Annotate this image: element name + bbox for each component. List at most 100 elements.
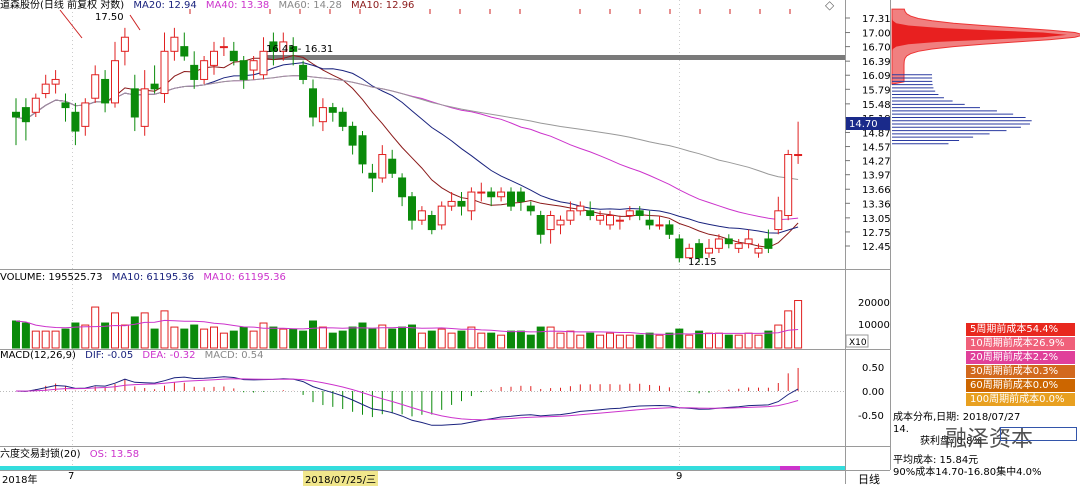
candle-body [784,154,793,217]
vol-unit: X10 [849,338,867,348]
candle-body [219,46,228,49]
volume-bar [586,332,595,349]
volume-bar [259,322,268,349]
volume-bar [398,326,407,349]
cycle-item: 100周期前成本0.0% [966,393,1075,406]
resistance-band [262,55,845,60]
candle-body [566,210,575,221]
candle-body [358,135,367,165]
volume-bar [705,332,713,349]
candle-body [576,205,585,212]
volume-bar [41,330,50,349]
candle-body [665,224,674,235]
date-label-jul: 7 [68,471,75,482]
price-tick-label: 13.66 [862,185,891,196]
volume-bar [408,324,416,349]
volume-bar [536,326,545,349]
candle-body [398,177,407,198]
candle-body [596,215,605,221]
candle-body [91,74,100,99]
candle-body [457,200,466,207]
price-tick-label: 16.39 [862,57,891,68]
price-tick-label: 15.48 [862,100,891,111]
candle-body [744,238,753,245]
volume-bar [774,324,783,349]
macd-value-label: MACD: 0.54 [204,350,264,361]
volume-bar [150,328,159,349]
os-label: OS: 13.58 [89,449,140,460]
candle-body [249,60,258,71]
volume-bar [744,332,753,349]
candle-body [536,215,545,235]
indicator-label: 六度交易封锁(20) [0,449,81,460]
volume-bar [596,334,605,349]
price-tick-label: 17.31 [862,14,891,25]
candle-body [61,102,70,109]
volume-bar [606,332,614,349]
cycle-item: 20周期前成本2.2% [966,351,1075,364]
volume-bar [378,324,387,349]
volume-bar [665,332,674,349]
candle-body [516,191,525,202]
candle-body [120,36,129,52]
candle-body [497,191,506,198]
volume-bar [477,332,486,349]
candle-body [130,88,139,118]
chip-profile-old [891,8,1080,85]
candle-body [299,64,308,80]
price-tick-label: 13.05 [862,214,891,225]
volume-bar [160,310,169,349]
volume-bar [526,334,535,349]
candle-body [606,215,614,226]
macd-tick-000: 0.00 [862,387,884,398]
dif-line [15,376,799,426]
candle-body [368,172,377,179]
candle-body [734,243,743,249]
volume-bar [546,326,555,349]
volume-bar [388,328,397,349]
volume-bar [249,330,258,349]
volume-bar [754,334,763,349]
volume-bar [358,322,367,349]
volume-bar [427,330,436,349]
candle-body [794,154,803,157]
volume-bar [130,316,139,349]
candle-body [655,224,664,227]
volume-bar [269,326,278,349]
volume-bar [615,334,624,349]
volume-bar [417,332,426,349]
candle-body [754,247,763,254]
macd-tick-050: 0.50 [862,363,884,374]
volume-bar [794,300,803,349]
volume-bar [348,326,357,349]
arrow-1 [59,9,83,39]
candle-body [417,210,426,221]
chip-input-box[interactable] [1000,427,1077,441]
volume-bar [497,334,506,349]
annotation-range: 16.43 - 16.31 [266,44,333,55]
moving-average-lines [15,54,799,248]
price-tick-label: 14.57 [862,143,891,154]
price-tick-label: 15.79 [862,85,891,96]
volume-bar [625,334,634,349]
candle-body [71,111,80,132]
chip-avg-cost: 平均成本: 15.84元 [893,455,979,466]
candle-body [170,36,179,52]
candle-body [378,154,387,179]
candle-body [556,219,565,226]
candle-body [328,107,337,113]
dea-label: DEA: -0.32 [142,350,196,361]
cycle-item: 30周期前成本0.3% [966,365,1075,378]
volume-bar [724,334,733,349]
volume-bar [556,332,565,349]
volume-label: VOLUME: 195525.73 [0,272,103,283]
price-tick-label: 13.36 [862,199,891,210]
candlestick-series [12,27,803,263]
volume-bar [467,326,476,349]
dea-line [15,378,799,421]
candle-body [388,158,397,174]
candle-body [210,50,218,66]
price-tick-label: 16.70 [862,43,891,54]
period-label[interactable]: 日线 [858,471,880,487]
volume-bar [299,330,308,349]
